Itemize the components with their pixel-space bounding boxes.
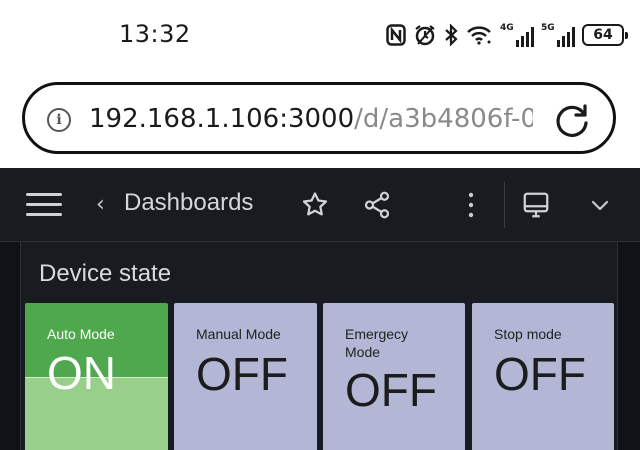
alarm-icon — [414, 24, 436, 46]
stat-tile-auto-mode[interactable]: Auto Mode ON — [25, 303, 168, 450]
bluetooth-icon — [444, 24, 458, 46]
battery-level: 64 — [593, 27, 613, 43]
url-text[interactable]: 192.168.1.106:3000/d/a3b4806f-0 — [89, 101, 533, 137]
battery-icon: 64 — [582, 24, 628, 46]
stat-label: Emergecy Mode — [345, 326, 409, 360]
stat-tile-manual-mode[interactable]: Manual Mode OFF — [174, 303, 317, 450]
stat-value: ON — [47, 347, 116, 399]
stat-label: Auto Mode — [47, 326, 115, 342]
more-vertical-icon[interactable] — [454, 188, 488, 222]
panel-title[interactable]: Device state — [39, 260, 171, 288]
url-host: 192.168.1.106:3000 — [89, 104, 355, 134]
address-bar[interactable]: i 192.168.1.106:3000/d/a3b4806f-0 — [22, 82, 616, 154]
header-divider — [504, 182, 505, 228]
url-path: /d/a3b4806f-0 — [354, 104, 533, 134]
nfc-icon — [386, 24, 406, 46]
stat-value: OFF — [196, 348, 288, 400]
dashboard-body: Device state Auto Mode ON Manual Mode OF… — [0, 242, 640, 450]
chevron-left-icon[interactable]: ‹ — [96, 192, 105, 217]
star-icon[interactable] — [298, 188, 332, 222]
stat-value: OFF — [345, 364, 437, 416]
status-bar: 13:32 4G 5G 64 — [0, 0, 640, 68]
site-info-icon[interactable]: i — [47, 108, 71, 132]
signal-5g-icon: 5G — [541, 23, 575, 47]
status-time: 13:32 — [119, 20, 191, 48]
share-icon[interactable] — [360, 188, 394, 222]
stat-value: OFF — [494, 348, 586, 400]
stat-label: Manual Mode — [196, 326, 281, 342]
wifi-icon — [466, 25, 492, 45]
stat-tile-emergency-mode[interactable]: Emergecy Mode OFF — [323, 303, 465, 450]
dashboard-header: ‹ Dashboards — [0, 168, 640, 242]
stat-tile-stop-mode[interactable]: Stop mode OFF — [472, 303, 614, 450]
status-icons: 4G 5G 64 — [386, 22, 628, 48]
menu-icon[interactable] — [26, 193, 62, 217]
device-state-panel[interactable]: Device state Auto Mode ON Manual Mode OF… — [20, 242, 618, 450]
chevron-down-icon[interactable] — [583, 188, 617, 222]
reload-icon[interactable] — [553, 101, 591, 139]
signal-4g-icon: 4G — [500, 23, 534, 47]
breadcrumb-dashboards[interactable]: Dashboards — [124, 189, 253, 217]
stat-label: Stop mode — [494, 326, 562, 342]
monitor-icon[interactable] — [519, 188, 553, 222]
